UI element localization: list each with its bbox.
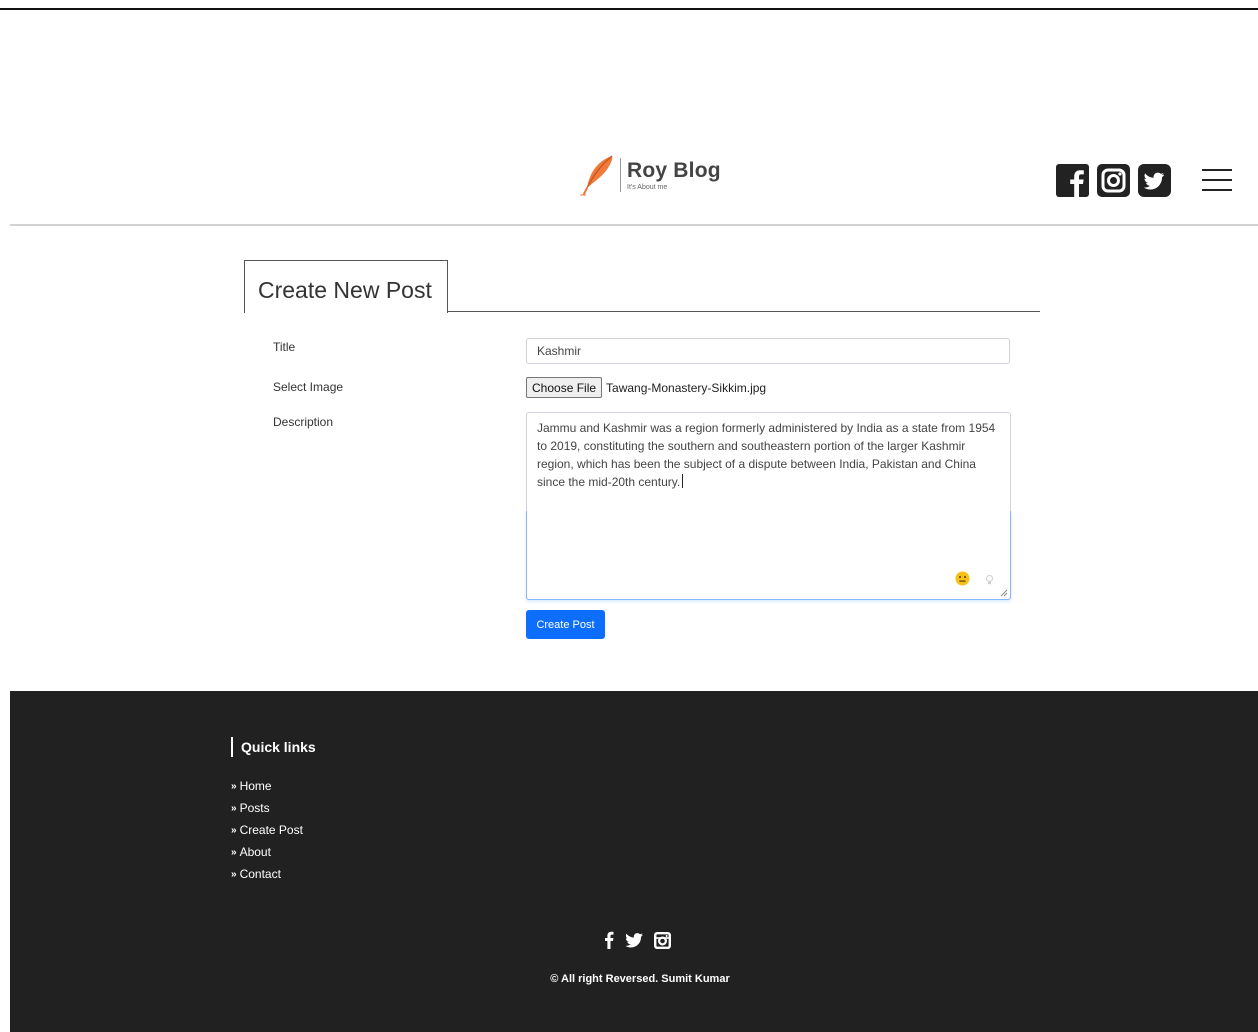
- double-chevron-right-icon: »: [231, 780, 237, 792]
- site-footer: Quick links » Home » Posts » Create Post » A…: [10, 691, 1258, 1032]
- selected-file-name: Tawang-Monastery-Sikkim.jpg: [606, 380, 767, 395]
- description-label: Description: [273, 415, 334, 429]
- brand-logo[interactable]: Roy Blog It's About me: [578, 154, 721, 196]
- instagram-icon[interactable]: [654, 931, 671, 949]
- footer-link-create-post[interactable]: » Create Post: [231, 819, 303, 841]
- copyright-text: © All right Reversed. Sumit Kumar: [550, 973, 730, 985]
- quick-links-heading: Quick links: [231, 737, 316, 757]
- quill-logo-icon: [580, 155, 613, 196]
- description-text: Jammu and Kashmir was a region formerly …: [537, 421, 996, 489]
- footer-link-label: Posts: [239, 801, 270, 815]
- footer-link-label: Home: [239, 779, 272, 793]
- logo-divider: [620, 158, 621, 192]
- footer-link-about[interactable]: » About: [231, 841, 303, 863]
- footer-link-home[interactable]: » Home: [231, 775, 303, 797]
- twitter-icon[interactable]: [1138, 164, 1171, 197]
- text-caret: [682, 474, 684, 488]
- double-chevron-right-icon: »: [231, 824, 237, 836]
- page-title: Create New Post: [258, 277, 432, 303]
- create-post-button[interactable]: Create Post: [526, 610, 605, 639]
- select-image-label: Select Image: [273, 380, 344, 394]
- instagram-icon[interactable]: [1097, 164, 1130, 197]
- footer-link-label: About: [239, 845, 271, 859]
- header-social-links: [1056, 164, 1171, 197]
- header-divider: [10, 224, 1258, 226]
- form-tab: Create New Post: [244, 260, 448, 313]
- double-chevron-right-icon: »: [231, 846, 237, 858]
- quick-links-title: Quick links: [241, 739, 316, 755]
- emoji-icon[interactable]: [955, 571, 970, 586]
- title-input[interactable]: Kashmir: [526, 338, 1010, 364]
- description-textarea[interactable]: Jammu and Kashmir was a region formerly …: [526, 412, 1011, 600]
- facebook-icon[interactable]: [604, 931, 614, 949]
- footer-social-links: [604, 931, 671, 949]
- top-border: [0, 8, 1258, 10]
- brand-tagline: It's About me: [627, 183, 668, 191]
- double-chevron-right-icon: »: [231, 802, 237, 814]
- resize-handle-icon[interactable]: [1000, 589, 1008, 597]
- twitter-icon[interactable]: [625, 932, 643, 948]
- site-header: Roy Blog It's About me: [0, 140, 1258, 226]
- file-picker: Choose File Tawang-Monastery-Sikkim.jpg: [526, 377, 766, 398]
- choose-file-button[interactable]: Choose File: [526, 377, 603, 398]
- facebook-icon[interactable]: [1056, 164, 1089, 197]
- footer-link-contact[interactable]: » Contact: [231, 863, 303, 885]
- logo-text: Roy Blog It's About me: [627, 160, 721, 191]
- footer-link-posts[interactable]: » Posts: [231, 797, 303, 819]
- quick-links-list: » Home » Posts » Create Post » About » Contac…: [231, 775, 303, 885]
- lightbulb-icon[interactable]: [985, 575, 994, 585]
- footer-link-label: Create Post: [239, 823, 303, 837]
- footer-link-label: Contact: [239, 867, 281, 881]
- hamburger-menu-icon[interactable]: [1202, 167, 1232, 193]
- brand-title: Roy Blog: [627, 158, 721, 182]
- double-chevron-right-icon: »: [231, 868, 237, 880]
- heading-bar: [231, 737, 233, 757]
- title-label: Title: [273, 340, 296, 354]
